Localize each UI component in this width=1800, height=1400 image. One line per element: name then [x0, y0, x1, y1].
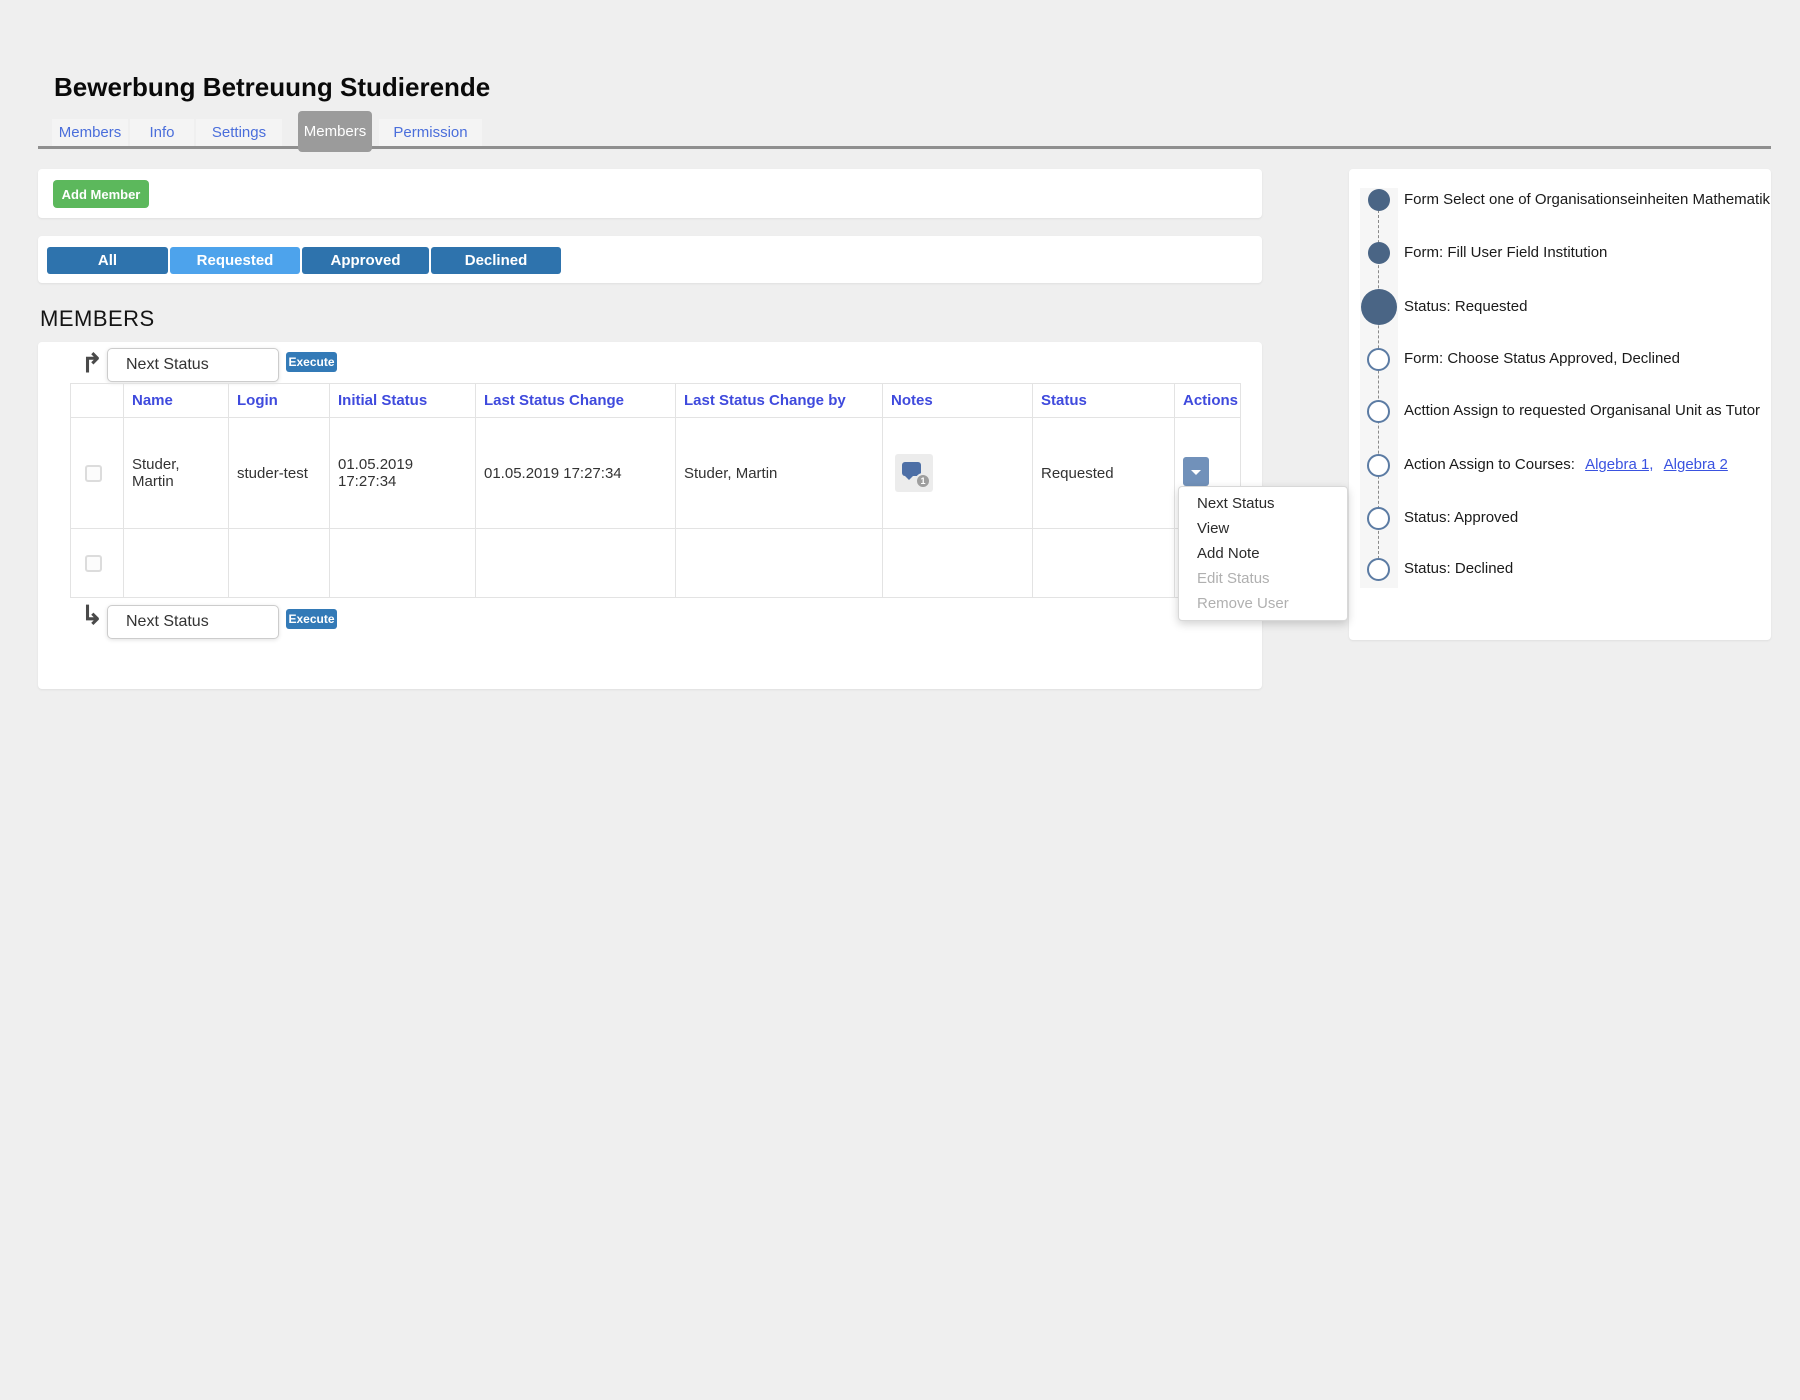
menu-item-add-note[interactable]: Add Note: [1179, 541, 1347, 566]
header-actions[interactable]: Actions: [1175, 384, 1241, 418]
cell-initial-status: 01.05.2019 17:27:34: [330, 418, 476, 529]
workflow-step-dot-pending: [1367, 454, 1390, 477]
course-link-algebra-1[interactable]: Algebra 1,: [1585, 456, 1653, 473]
header-notes[interactable]: Notes: [883, 384, 1033, 418]
workflow-step-dot-done: [1368, 189, 1390, 211]
tab-info[interactable]: Info: [130, 119, 194, 147]
filter-declined[interactable]: Declined: [431, 247, 561, 274]
next-status-select-top[interactable]: Next Status: [107, 348, 279, 382]
cell-last-status-change-by: Studer, Martin: [676, 418, 883, 529]
workflow-step-dot-pending: [1367, 400, 1390, 423]
tab-permission[interactable]: Permission: [379, 119, 482, 147]
members-heading: MEMBERS: [40, 306, 155, 332]
course-link-algebra-2[interactable]: Algebra 2: [1664, 456, 1728, 473]
workflow-step-label: Status: Requested: [1404, 296, 1527, 318]
row-checkbox[interactable]: [85, 555, 102, 572]
menu-item-remove-user: Remove User: [1179, 591, 1347, 616]
table-header-row: Name Login Initial Status Last Status Ch…: [71, 384, 1241, 418]
workflow-panel: Form Select one of Organisationseinheite…: [1349, 169, 1771, 640]
workflow-step-dot-pending: [1367, 507, 1390, 530]
members-panel: ↱ Next Status Execute Name Login Initial…: [38, 342, 1262, 689]
tab-members[interactable]: Members: [52, 119, 128, 147]
header-last-status-change[interactable]: Last Status Change: [476, 384, 676, 418]
workflow-step-label: Status: Declined: [1404, 558, 1513, 580]
tab-tooltip-members: Members: [298, 111, 372, 152]
menu-item-edit-status: Edit Status: [1179, 566, 1347, 591]
workflow-step-label: Status: Approved: [1404, 507, 1518, 529]
add-member-panel: Add Member: [38, 169, 1262, 218]
workflow-step-text: Action Assign to Courses:: [1404, 456, 1575, 473]
members-table: Name Login Initial Status Last Status Ch…: [70, 383, 1241, 598]
row-checkbox[interactable]: [85, 465, 102, 482]
cell-login: studer-test: [229, 418, 330, 529]
workflow-step-label: Action Assign to Courses: Algebra 1, Alg…: [1404, 454, 1728, 476]
table-row: Studer, Martin studer-test 01.05.2019 17…: [71, 418, 1241, 529]
workflow-step-label: Form: Choose Status Approved, Declined: [1404, 348, 1680, 370]
table-row-empty: [71, 529, 1241, 598]
execute-button-top[interactable]: Execute: [286, 352, 337, 372]
add-member-button[interactable]: Add Member: [53, 180, 149, 208]
header-name[interactable]: Name: [124, 384, 229, 418]
header-initial-status[interactable]: Initial Status: [330, 384, 476, 418]
next-status-select-bottom[interactable]: Next Status: [107, 605, 279, 639]
row-actions-menu: Next Status View Add Note Edit Status Re…: [1178, 486, 1348, 621]
workflow-step-label: Form: Fill User Field Institution: [1404, 242, 1607, 264]
execute-button-bottom[interactable]: Execute: [286, 609, 337, 629]
workflow-step-dot-current: [1361, 289, 1397, 325]
header-select: [71, 384, 124, 418]
notes-button[interactable]: 1: [895, 454, 933, 492]
caret-down-icon: [1191, 470, 1201, 480]
workflow-step-dot-pending: [1367, 558, 1390, 581]
menu-item-view[interactable]: View: [1179, 516, 1347, 541]
status-filter-panel: All Requested Approved Declined: [38, 236, 1262, 283]
filter-approved[interactable]: Approved: [302, 247, 429, 274]
filter-all[interactable]: All: [47, 247, 168, 274]
notes-count-badge: 1: [915, 473, 931, 489]
workflow-step-dot-pending: [1367, 348, 1390, 371]
workflow-step-dot-done: [1368, 242, 1390, 264]
header-status[interactable]: Status: [1033, 384, 1175, 418]
workflow-step-label: Acttion Assign to requested Organisanal …: [1404, 400, 1760, 422]
workflow-step-label: Form Select one of Organisationseinheite…: [1404, 189, 1770, 211]
header-last-status-change-by[interactable]: Last Status Change by: [676, 384, 883, 418]
row-actions-dropdown-button[interactable]: [1183, 457, 1209, 486]
cell-status: Requested: [1033, 418, 1175, 529]
header-login[interactable]: Login: [229, 384, 330, 418]
cell-name: Studer, Martin: [124, 418, 229, 529]
level-up-arrow-icon: ↱: [81, 350, 103, 376]
menu-item-next-status[interactable]: Next Status: [1179, 491, 1347, 516]
tab-settings[interactable]: Settings: [196, 119, 282, 147]
level-down-arrow-icon: ↳: [81, 602, 103, 628]
page-title: Bewerbung Betreuung Studierende: [54, 72, 490, 103]
status-filter-group: All Requested Approved Declined: [47, 247, 561, 274]
cell-last-status-change: 01.05.2019 17:27:34: [476, 418, 676, 529]
filter-requested[interactable]: Requested: [170, 247, 300, 274]
